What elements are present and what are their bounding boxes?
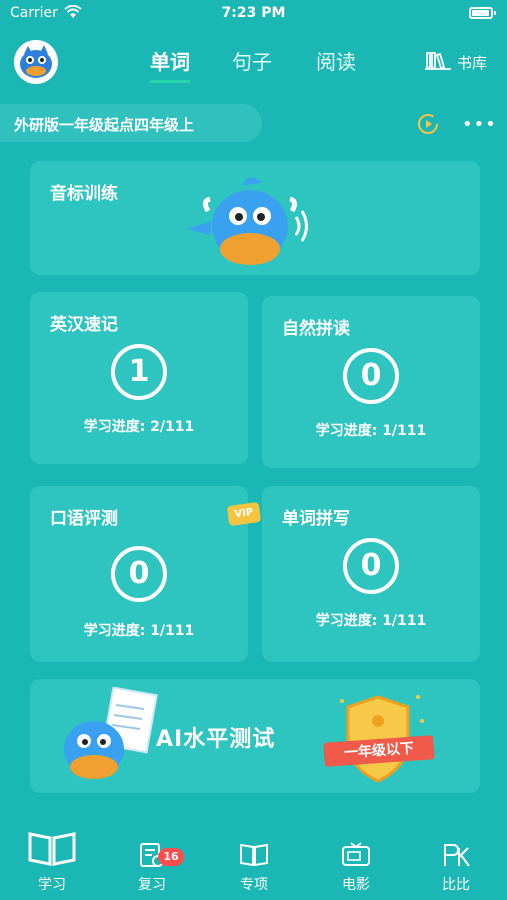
progress-label: 学习进度: 2/111 (83, 419, 195, 435)
progress-label: 学习进度: 1/111 (315, 613, 427, 629)
phonetics-training-card[interactable]: 音标训练 (30, 161, 480, 275)
book-icon (239, 843, 269, 872)
vip-badge: VIP (226, 501, 262, 527)
active-tab-indicator (150, 80, 190, 83)
top-nav: 单词 句子 阅读 书库 (0, 32, 507, 88)
review-count-badge: 16 (158, 848, 184, 866)
clock-label: 7:23 PM (221, 5, 286, 21)
tab-label: 比比 (442, 877, 470, 893)
learned-count: 1 (111, 344, 167, 400)
tab-pk[interactable]: 比比 (416, 842, 496, 894)
progress-label: 学习进度: 1/111 (315, 423, 427, 439)
textbook-selector[interactable]: 外研版一年级起点四年级上 (0, 104, 262, 142)
pk-icon (441, 844, 471, 872)
progress-label: 学习进度: 1/111 (83, 623, 195, 639)
quick-memory-card[interactable]: 英汉速记 1 学习进度: 2/111 (30, 292, 248, 464)
card-title: 自然拼读 (282, 319, 350, 339)
library-button[interactable]: 书库 (424, 50, 487, 74)
card-title: 英汉速记 (50, 315, 118, 335)
bookshelf-icon (424, 50, 451, 74)
learned-count: 0 (343, 348, 399, 404)
level-shield-badge: 一年级以下 (322, 687, 435, 787)
replay-icon[interactable] (416, 112, 440, 140)
tab-reading-label: 阅读 (316, 50, 356, 74)
tv-icon (341, 842, 371, 872)
tab-words-label: 单词 (150, 50, 190, 74)
card-title: 单词拼写 (282, 509, 350, 529)
learned-count: 0 (111, 546, 167, 602)
tab-special[interactable]: 专项 (214, 842, 294, 894)
tab-sentences-label: 句子 (232, 50, 272, 74)
tab-words[interactable]: 单词 (150, 46, 190, 83)
tab-learn[interactable]: 学习 (12, 830, 92, 894)
card-title: 口语评测 (50, 509, 118, 529)
ai-level-test-card[interactable]: AI水平测试 一年级以下 (30, 679, 480, 793)
learned-count: 0 (343, 538, 399, 594)
library-label: 书库 (456, 53, 487, 72)
status-bar: Carrier 7:23 PM (0, 0, 507, 28)
ai-test-title: AI水平测试 (156, 727, 276, 752)
book-open-icon (26, 832, 78, 872)
battery-icon (469, 7, 496, 19)
tab-movies[interactable]: 电影 (316, 842, 396, 894)
card-title: 音标训练 (50, 184, 118, 204)
textbook-name: 外研版一年级起点四年级上 (14, 116, 195, 134)
tab-label: 专项 (240, 877, 268, 893)
tab-label: 学习 (38, 877, 66, 893)
more-options-icon[interactable]: ••• (462, 114, 497, 135)
tab-reading[interactable]: 阅读 (316, 46, 356, 75)
spelling-card[interactable]: 单词拼写 0 学习进度: 1/111 (262, 486, 480, 662)
mascot-paper-illustration (54, 686, 164, 791)
phonics-card[interactable]: 自然拼读 0 学习进度: 1/111 (262, 296, 480, 468)
mascot-sound-illustration (180, 171, 320, 275)
speaking-assessment-card[interactable]: 口语评测 VIP 0 学习进度: 1/111 (30, 486, 262, 662)
tab-sentences[interactable]: 句子 (232, 46, 272, 75)
level-label: 一年级以下 (343, 740, 415, 762)
tab-label: 电影 (342, 877, 370, 893)
app-logo[interactable] (14, 40, 58, 84)
tab-label: 复习 (138, 877, 166, 893)
